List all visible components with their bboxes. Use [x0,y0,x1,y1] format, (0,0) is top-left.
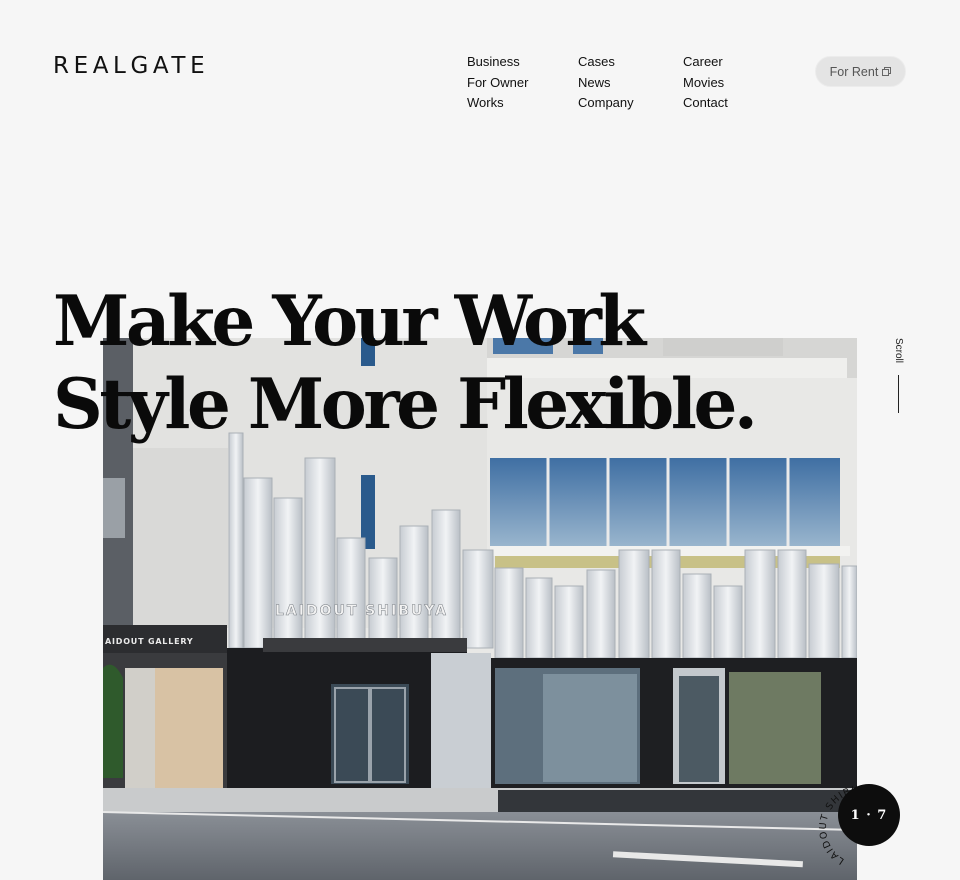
slide-counter[interactable]: LAIDOUT SHIBUYA 1 · 7 [810,776,914,880]
hero-headline: Make Your Work Style More Flexible. [53,280,758,446]
photo-sign-main: LAIDOUT SHIBUYA [275,603,448,619]
external-link-icon [882,67,892,76]
nav-business[interactable]: Business [467,52,578,73]
slide-counter-text: 1 · 7 [850,807,888,823]
nav-cases[interactable]: Cases [578,52,683,73]
nav-company[interactable]: Company [578,93,683,114]
nav-column-2: Cases News Company [578,52,683,114]
nav-movies[interactable]: Movies [683,73,763,94]
photo-sign-gallery: AIDOUT GALLERY [105,637,193,646]
scroll-line [898,375,899,413]
for-rent-label: For Rent [829,64,879,79]
nav-career[interactable]: Career [683,52,763,73]
scroll-indicator[interactable]: Scroll [888,338,908,414]
headline-line-1: Make Your Work [53,281,646,362]
headline-line-2: Style More Flexible. [53,364,758,445]
site-logo[interactable]: REALGATE [53,53,209,79]
scroll-label: Scroll [893,338,904,364]
nav-contact[interactable]: Contact [683,93,763,114]
slide-counter-disc: 1 · 7 [838,784,900,846]
for-rent-button[interactable]: For Rent [815,56,906,87]
nav-works[interactable]: Works [467,93,578,114]
nav-column-1: Business For Owner Works [467,52,578,114]
nav-for-owner[interactable]: For Owner [467,73,578,94]
nav-column-3: Career Movies Contact [683,52,763,114]
nav-news[interactable]: News [578,73,683,94]
main-nav: Business For Owner Works Cases News Comp… [467,52,763,114]
